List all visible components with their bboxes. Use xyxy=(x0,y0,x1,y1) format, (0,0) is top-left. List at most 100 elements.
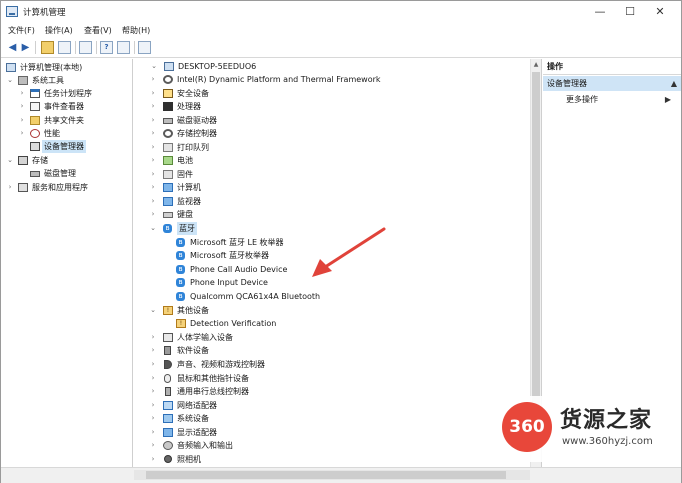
camera-icon xyxy=(164,455,172,463)
scrollbar-thumb[interactable] xyxy=(532,72,540,432)
chevron-down-icon[interactable]: ⌄ xyxy=(6,154,14,167)
toolbar-divider xyxy=(75,41,76,54)
chevron-right-icon[interactable]: › xyxy=(149,73,157,86)
status-bar xyxy=(1,467,681,483)
firmware-icon xyxy=(163,170,173,179)
chevron-right-icon[interactable]: › xyxy=(149,141,157,154)
forward-arrow-icon[interactable]: ▶ xyxy=(19,41,32,54)
horizontal-scrollbar[interactable] xyxy=(134,470,530,480)
chevron-right-icon[interactable]: › xyxy=(149,114,157,127)
hid-icon xyxy=(163,333,173,342)
monitor-scan-icon[interactable] xyxy=(138,41,151,54)
chevron-down-icon[interactable]: ⌄ xyxy=(149,304,157,317)
chevron-right-icon[interactable]: › xyxy=(149,100,157,113)
computer-icon xyxy=(163,183,173,192)
task-scheduler-icon xyxy=(30,89,40,98)
storage-icon xyxy=(18,156,28,165)
watermark: 360 货源之家 www.360hyzj.com xyxy=(494,396,680,462)
chevron-right-icon[interactable]: › xyxy=(149,154,157,167)
computer-management-icon xyxy=(6,63,16,72)
chevron-right-icon[interactable]: › xyxy=(149,127,157,140)
menu-action[interactable]: 操作(A) xyxy=(45,25,73,36)
warning-device-icon: ! xyxy=(176,319,186,328)
device-manager-icon xyxy=(30,142,40,151)
close-button[interactable]: ✕ xyxy=(645,1,675,23)
title-bar: 计算机管理 — ☐ ✕ xyxy=(1,1,681,23)
chevron-right-icon[interactable]: › xyxy=(149,372,157,385)
red-annotation-arrow xyxy=(312,227,386,277)
export-list-icon[interactable] xyxy=(79,41,92,54)
system-tools-icon xyxy=(18,76,28,85)
chevron-down-icon[interactable]: ⌄ xyxy=(150,60,158,73)
chevron-right-icon[interactable]: › xyxy=(18,100,26,113)
sound-icon xyxy=(164,360,172,369)
menu-bar: 文件(F) 操作(A) 查看(V) 帮助(H) xyxy=(1,23,681,38)
menu-view[interactable]: 查看(V) xyxy=(84,25,112,36)
printer-icon xyxy=(163,143,173,152)
chevron-down-icon[interactable]: ⌄ xyxy=(149,222,157,235)
computer-management-app-icon xyxy=(6,6,18,17)
usb-icon xyxy=(165,387,171,396)
menu-file[interactable]: 文件(F) xyxy=(8,25,35,36)
security-device-icon xyxy=(163,89,173,98)
battery-icon xyxy=(163,156,173,165)
up-folder-icon[interactable] xyxy=(41,41,54,54)
horizontal-scrollbar-thumb[interactable] xyxy=(146,471,506,479)
audio-io-icon xyxy=(163,441,173,450)
chevron-right-icon[interactable]: › xyxy=(6,181,14,194)
chevron-right-icon[interactable]: › xyxy=(149,426,157,439)
chevron-right-icon[interactable]: › xyxy=(149,195,157,208)
watermark-brand: 货源之家 xyxy=(560,408,653,433)
performance-icon xyxy=(30,129,40,138)
chevron-right-icon[interactable]: › xyxy=(149,412,157,425)
chevron-right-icon[interactable]: › xyxy=(149,331,157,344)
bluetooth-icon: ʙ xyxy=(176,238,185,247)
chevron-right-icon[interactable]: › xyxy=(149,358,157,371)
system-device-icon xyxy=(163,414,173,423)
maximize-button[interactable]: ☐ xyxy=(615,1,645,23)
scroll-up-arrow-icon[interactable]: ▲ xyxy=(531,59,541,71)
bluetooth-icon: ʙ xyxy=(176,292,185,301)
chevron-right-icon[interactable]: › xyxy=(149,399,157,412)
more-actions-link[interactable]: 更多操作 xyxy=(566,94,598,106)
chevron-right-icon[interactable]: › xyxy=(149,344,157,357)
chevron-right-icon[interactable]: › xyxy=(149,208,157,221)
toolbar-divider xyxy=(134,41,135,54)
chevron-right-icon[interactable]: › xyxy=(149,87,157,100)
mouse-icon xyxy=(164,374,171,383)
processor-icon xyxy=(163,102,173,111)
bluetooth-icon: ʙ xyxy=(176,278,185,287)
chevron-down-icon[interactable]: ⌄ xyxy=(6,74,14,87)
chevron-right-icon[interactable]: › xyxy=(18,114,26,127)
show-hide-tree-icon[interactable] xyxy=(58,41,71,54)
chevron-right-icon[interactable]: › xyxy=(149,181,157,194)
software-device-icon xyxy=(164,346,171,355)
chevron-right-icon[interactable]: › xyxy=(149,439,157,452)
storage-controller-icon xyxy=(163,129,173,138)
gear-icon xyxy=(163,75,173,84)
network-adapter-icon xyxy=(163,401,173,410)
bluetooth-icon: ʙ xyxy=(163,224,172,233)
event-viewer-icon xyxy=(30,102,40,111)
monitor-icon xyxy=(163,197,173,206)
chevron-right-icon[interactable]: › xyxy=(18,127,26,140)
properties-icon[interactable] xyxy=(117,41,130,54)
menu-help[interactable]: 帮助(H) xyxy=(122,25,150,36)
actions-section-device-manager[interactable]: 设备管理器 ▲ xyxy=(543,76,681,91)
back-arrow-icon[interactable]: ◀ xyxy=(6,41,19,54)
360-logo: 360 xyxy=(502,402,552,452)
chevron-right-icon[interactable]: › xyxy=(18,87,26,100)
chevron-right-icon[interactable]: › xyxy=(149,453,157,466)
toolbar-divider xyxy=(35,41,36,54)
actions-header: 操作 xyxy=(543,59,681,75)
collapse-caret-icon[interactable]: ▲ xyxy=(671,76,677,91)
chevron-right-icon[interactable]: › xyxy=(149,168,157,181)
bluetooth-icon: ʙ xyxy=(176,251,185,260)
computer-icon xyxy=(164,62,174,71)
toolbar: ◀ ▶ ? xyxy=(1,38,681,58)
minimize-button[interactable]: — xyxy=(585,1,615,23)
shared-folder-icon xyxy=(30,116,40,125)
disk-drive-icon xyxy=(163,118,173,124)
chevron-right-icon[interactable]: › xyxy=(149,385,157,398)
help-icon[interactable]: ? xyxy=(100,41,113,54)
